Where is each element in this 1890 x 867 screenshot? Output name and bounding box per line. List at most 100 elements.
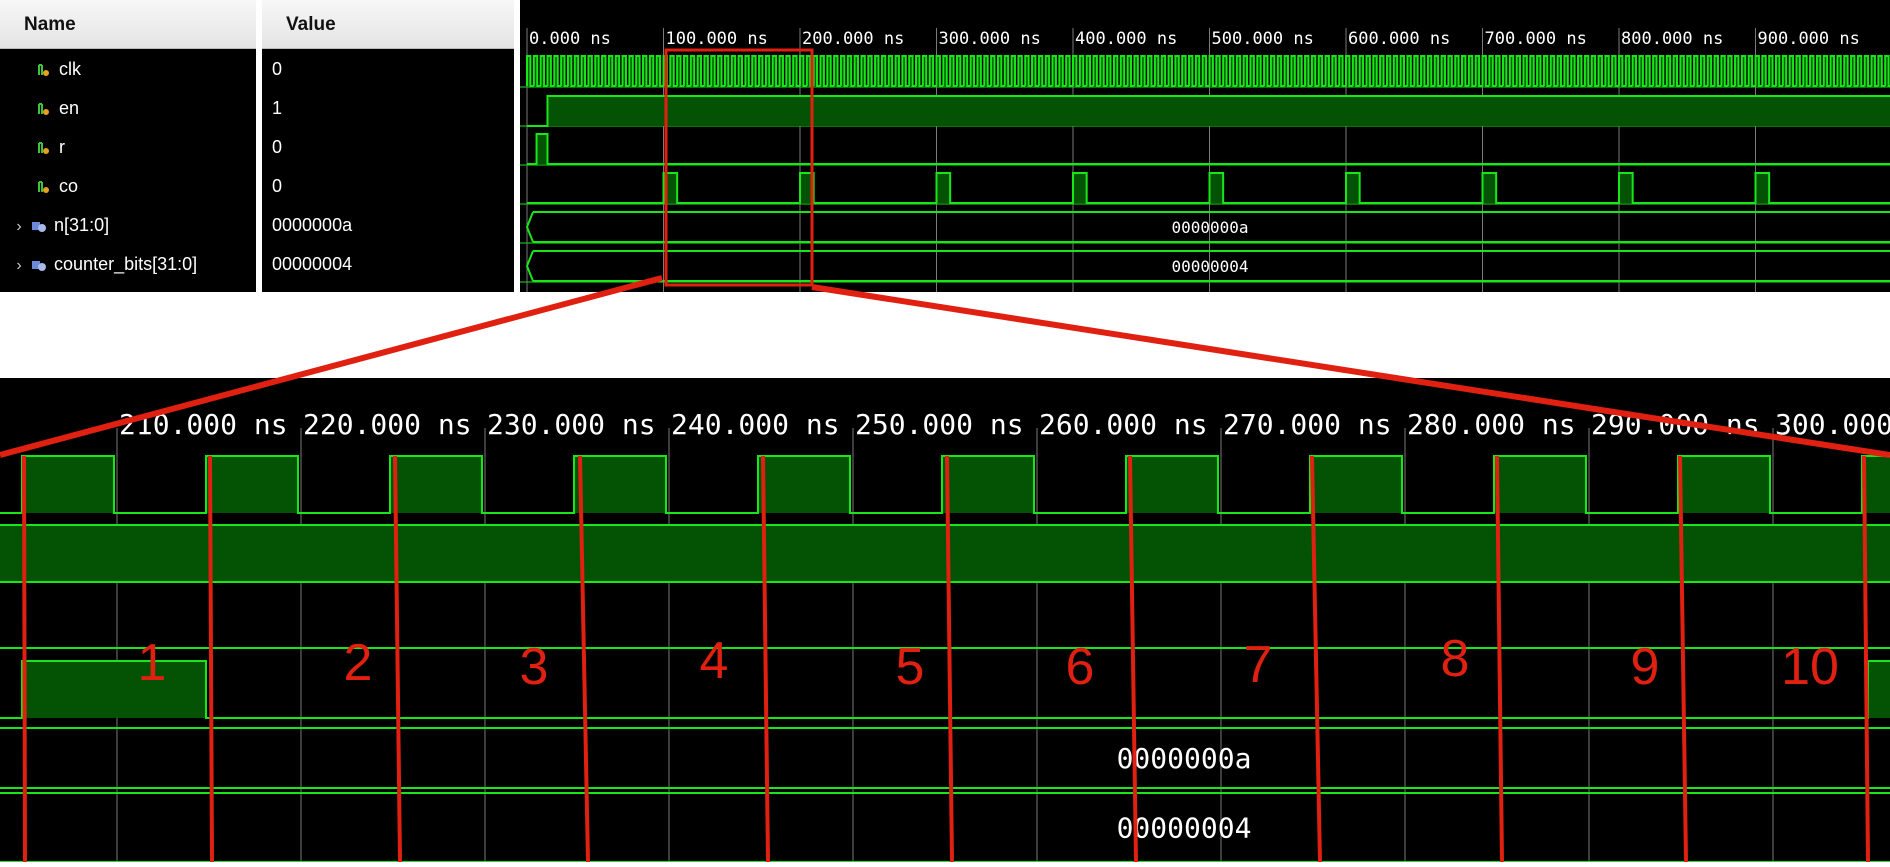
cycle-marker-line: [1862, 455, 1870, 863]
waveform-overview[interactable]: 0.000 ns 100.000 ns 200.000 ns 300.000 ns 40…: [520, 0, 1890, 292]
cycle-count-label: 8: [1441, 630, 1470, 688]
signal-value-panel: Value 0 1 0 0 0000000a 00000004: [262, 0, 514, 292]
r-high-fill: [536, 134, 548, 164]
signal-name-panel: Name clk en r co › n[31:0] › counter_bit…: [0, 0, 256, 292]
chevron-right-icon[interactable]: ›: [12, 248, 26, 284]
name-column-header[interactable]: Name: [0, 0, 256, 49]
time-tick-label: 270.000 ns: [1223, 408, 1392, 441]
signal-row-counter-bits[interactable]: › counter_bits[31:0]: [12, 246, 197, 282]
co-pulse-fill: [1868, 661, 1890, 718]
time-tick-label: 210.000 ns: [119, 408, 288, 441]
co-pulse-fill: [1755, 173, 1770, 203]
signal-row-n[interactable]: › n[31:0]: [12, 207, 109, 243]
clk-high-fill: [942, 456, 1034, 513]
scalar-signal-icon: [38, 103, 49, 116]
time-tick-label: 600.000 ns: [1348, 29, 1450, 49]
cycle-count-label: 4: [700, 632, 729, 690]
bus-value-label: 00000004: [1171, 257, 1248, 276]
bus-value-label: 0000000a: [1117, 742, 1252, 775]
time-tick-label: 260.000 ns: [1039, 408, 1208, 441]
en-high-fill: [547, 96, 1890, 126]
r-waveform: [527, 133, 1890, 165]
time-tick-label: 220.000 ns: [303, 408, 472, 441]
cycle-marker-line: [1128, 455, 1138, 863]
bus-signal-icon: [32, 261, 47, 272]
time-tick-label: 900.000 ns: [1758, 29, 1860, 49]
signal-row-clk[interactable]: clk: [36, 51, 81, 87]
co-pulse-fill: [22, 661, 206, 718]
time-tick-label: 0.000 ns: [529, 29, 611, 49]
signal-value: 1: [272, 98, 283, 118]
waveform-zoom[interactable]: 210.000 ns 220.000 ns 230.000 ns 240.000 ns…: [0, 378, 1890, 863]
time-tick-label: 300.000: [1775, 408, 1890, 441]
co-pulse-fill: [1209, 173, 1224, 203]
signal-row-r[interactable]: r: [36, 129, 65, 165]
signal-value: 0000000a: [272, 215, 353, 235]
cycle-marker-line: [22, 455, 27, 863]
signal-name: en: [59, 98, 80, 118]
cycle-marker-line: [761, 455, 770, 863]
time-tick-label: 100.000 ns: [666, 29, 768, 49]
co-pulse-fill: [1346, 173, 1360, 203]
co-pulse-fill: [1619, 173, 1633, 203]
scalar-signal-icon: [38, 64, 49, 77]
clk-waveform: [526, 55, 1890, 87]
cycle-marker-line: [945, 455, 954, 863]
signal-name: clk: [59, 59, 82, 79]
signal-name: n[31:0]: [54, 215, 110, 235]
cycle-count-label: 1: [138, 634, 167, 692]
cycle-count-label: 2: [344, 634, 373, 692]
en-high-fill: [0, 525, 1890, 582]
time-tick-label: 300.000 ns: [939, 29, 1041, 49]
chevron-right-icon[interactable]: ›: [12, 209, 26, 245]
clk-high-fill: [1678, 456, 1770, 513]
clk-high-fill: [1126, 456, 1218, 513]
clk-high-fill: [22, 456, 114, 513]
co-pulse-fill: [1073, 173, 1087, 203]
cycle-marker-line: [1495, 455, 1504, 863]
cycle-marker-line: [1310, 455, 1322, 863]
time-tick-label: 400.000 ns: [1075, 29, 1177, 49]
clk-high-fill: [390, 456, 482, 513]
value-column-header[interactable]: Value: [262, 0, 514, 49]
cycle-marker-line: [1678, 455, 1688, 863]
time-tick-label: 230.000 ns: [487, 408, 656, 441]
time-tick-label: 700.000 ns: [1485, 29, 1587, 49]
co-pulse-fill: [800, 173, 814, 203]
co-pulse-fill: [1482, 173, 1497, 203]
clk-high-fill: [574, 456, 666, 513]
cycle-count-label: 7: [1244, 636, 1273, 694]
time-tick-label: 800.000 ns: [1621, 29, 1723, 49]
cycle-count-label: 10: [1781, 638, 1839, 696]
signal-name: r: [59, 137, 66, 157]
signal-row-en[interactable]: en: [36, 90, 79, 126]
time-tick-label: 290.000 ns: [1591, 408, 1760, 441]
signal-name: counter_bits[31:0]: [54, 254, 198, 274]
cycle-marker-line: [208, 455, 214, 863]
co-pulse-fill: [936, 173, 951, 203]
clk-high-fill: [206, 456, 298, 513]
signal-row-co[interactable]: co: [36, 168, 78, 204]
signal-value: 0: [272, 59, 283, 79]
co-waveform: [0, 660, 1890, 719]
time-tick-label: 250.000 ns: [855, 408, 1024, 441]
clk-high-fill: [758, 456, 850, 513]
cycle-count-label: 5: [896, 638, 925, 696]
signal-value: 0: [272, 137, 283, 157]
time-tick-label: 200.000 ns: [802, 29, 904, 49]
bus-signal-icon: [32, 222, 47, 233]
waveform-zoom-canvas[interactable]: 210.000 ns 220.000 ns 230.000 ns 240.000 ns…: [0, 378, 1890, 863]
cycle-count-label: 3: [520, 638, 549, 696]
signal-value: 0: [272, 176, 283, 196]
cycle-marker-line: [578, 455, 590, 863]
clk-high-fill: [1310, 456, 1402, 513]
cycle-count-label: 9: [1631, 638, 1660, 696]
waveform-overview-canvas[interactable]: 0.000 ns 100.000 ns 200.000 ns 300.000 ns 40…: [520, 0, 1890, 292]
bus-value-label: 0000000a: [1171, 218, 1248, 237]
scalar-signal-icon: [38, 181, 49, 194]
cycle-count-label: 6: [1066, 638, 1095, 696]
signal-name: co: [59, 176, 79, 196]
time-tick-label: 500.000 ns: [1212, 29, 1314, 49]
clk-high-fill: [1494, 456, 1586, 513]
time-tick-label: 280.000 ns: [1407, 408, 1576, 441]
